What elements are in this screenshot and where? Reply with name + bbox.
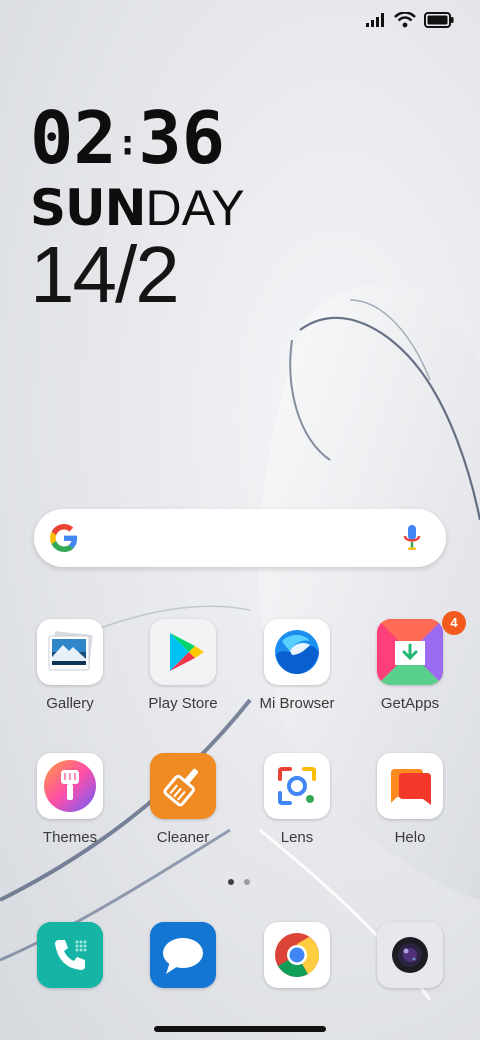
app-label: GetApps [380,695,440,712]
mi-browser-icon [264,619,330,685]
app-themes[interactable]: Themes [18,753,122,846]
app-gallery[interactable]: Gallery [18,619,122,712]
dock-messages[interactable] [131,922,235,988]
wifi-icon [394,11,416,33]
page-indicator[interactable] [228,879,250,885]
messages-icon [150,922,216,988]
clock-date: 14/2 [30,230,180,320]
cleaner-icon [150,753,216,819]
clock-time: 02:36 [30,96,226,180]
notification-badge: 4 [442,611,466,635]
cellular-signal-icon [366,13,386,32]
app-label: Gallery [46,695,94,712]
app-label: Mi Browser [259,695,335,712]
clock-widget[interactable]: 02:36 SUNDAY 14/2 [30,100,245,317]
page-dot[interactable] [244,879,250,885]
app-mi-browser[interactable]: Mi Browser [245,619,349,712]
battery-icon [424,12,454,33]
dock-camera[interactable] [358,922,462,988]
app-play-store[interactable]: Play Store [131,619,235,712]
dock-chrome[interactable] [245,922,349,988]
microphone-icon[interactable] [402,523,422,558]
app-label: Play Store [148,695,218,712]
app-lens[interactable]: Lens [245,753,349,846]
helo-icon [377,753,443,819]
chrome-icon [264,922,330,988]
app-label: Themes [42,829,98,846]
phone-icon [37,922,103,988]
page-dot-active[interactable] [228,879,234,885]
home-indicator[interactable] [154,1026,326,1032]
app-getapps[interactable]: 4 GetApps [358,611,466,712]
app-label: Helo [394,829,426,846]
google-search-bar[interactable] [34,509,446,567]
app-label: Lens [280,829,314,846]
status-bar [0,0,480,40]
clock-day: SUNDAY [30,179,245,238]
app-cleaner[interactable]: Cleaner [131,753,235,846]
play-store-icon [150,619,216,685]
gallery-icon [37,619,103,685]
themes-icon [37,753,103,819]
google-g-icon [50,524,78,557]
getapps-icon [377,619,443,685]
app-label: Cleaner [156,829,210,846]
dock-phone[interactable] [18,922,122,988]
app-helo[interactable]: Helo [358,753,462,846]
lens-icon [264,753,330,819]
camera-icon [377,922,443,988]
